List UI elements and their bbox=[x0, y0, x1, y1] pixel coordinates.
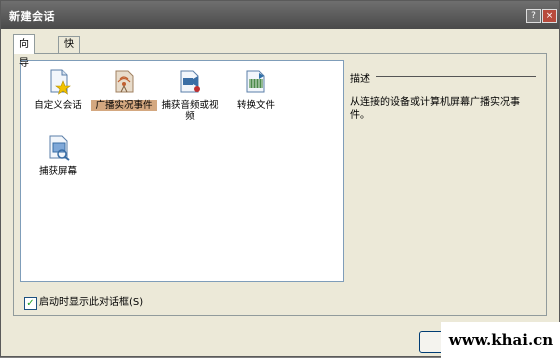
show-on-startup-checkbox[interactable]: ✓ bbox=[24, 297, 37, 310]
description-panel: 描述 从连接的设备或计算机屏幕广播实况事件。 bbox=[346, 60, 536, 280]
tab-quick-start[interactable]: 快速启动 bbox=[58, 36, 80, 98]
broadcast-icon bbox=[115, 70, 134, 93]
capture-av-icon bbox=[180, 70, 200, 93]
wizard-item-broadcast[interactable]: 广播实况事件 bbox=[91, 67, 157, 111]
convert-file-icon bbox=[246, 70, 265, 93]
wizard-item-label: 捕获音频或视频 bbox=[161, 100, 219, 122]
tab-panel: 自定义会话 广播实况事件 捕获音频或视频 转换文件 捕获屏幕 描述 从连接的设备… bbox=[13, 53, 547, 316]
wizard-item-label: 广播实况事件 bbox=[91, 100, 157, 111]
wizard-item-capture-av[interactable]: 捕获音频或视频 bbox=[157, 67, 223, 122]
dialog-title: 新建会话 bbox=[9, 10, 55, 23]
tab-wizard[interactable]: 向导 bbox=[13, 34, 35, 69]
wizard-item-custom-session[interactable]: 自定义会话 bbox=[25, 67, 91, 111]
custom-session-icon bbox=[50, 69, 71, 95]
show-on-startup-label: 启动时显示此对话框(S) bbox=[39, 297, 144, 308]
description-title: 描述 bbox=[350, 74, 370, 85]
watermark: www.khai.cn bbox=[441, 322, 560, 358]
wizard-item-label: 自定义会话 bbox=[34, 100, 82, 111]
description-divider bbox=[376, 76, 536, 77]
capture-screen-icon bbox=[49, 135, 70, 161]
wizard-list: 自定义会话 广播实况事件 捕获音频或视频 转换文件 捕获屏幕 bbox=[20, 60, 344, 282]
wizard-item-label: 捕获屏幕 bbox=[38, 166, 77, 177]
wizard-item-capture-screen[interactable]: 捕获屏幕 bbox=[25, 133, 91, 177]
wizard-item-convert-file[interactable]: 转换文件 bbox=[223, 67, 289, 111]
new-session-dialog: 新建会话 ? × 向导 快速启动 自定义会话 bbox=[0, 0, 560, 358]
title-bar: 新建会话 ? × bbox=[1, 1, 559, 29]
description-text: 从连接的设备或计算机屏幕广播实况事件。 bbox=[350, 97, 520, 121]
close-button[interactable]: × bbox=[542, 9, 557, 23]
wizard-item-label: 转换文件 bbox=[236, 100, 275, 111]
help-button[interactable]: ? bbox=[526, 9, 541, 23]
